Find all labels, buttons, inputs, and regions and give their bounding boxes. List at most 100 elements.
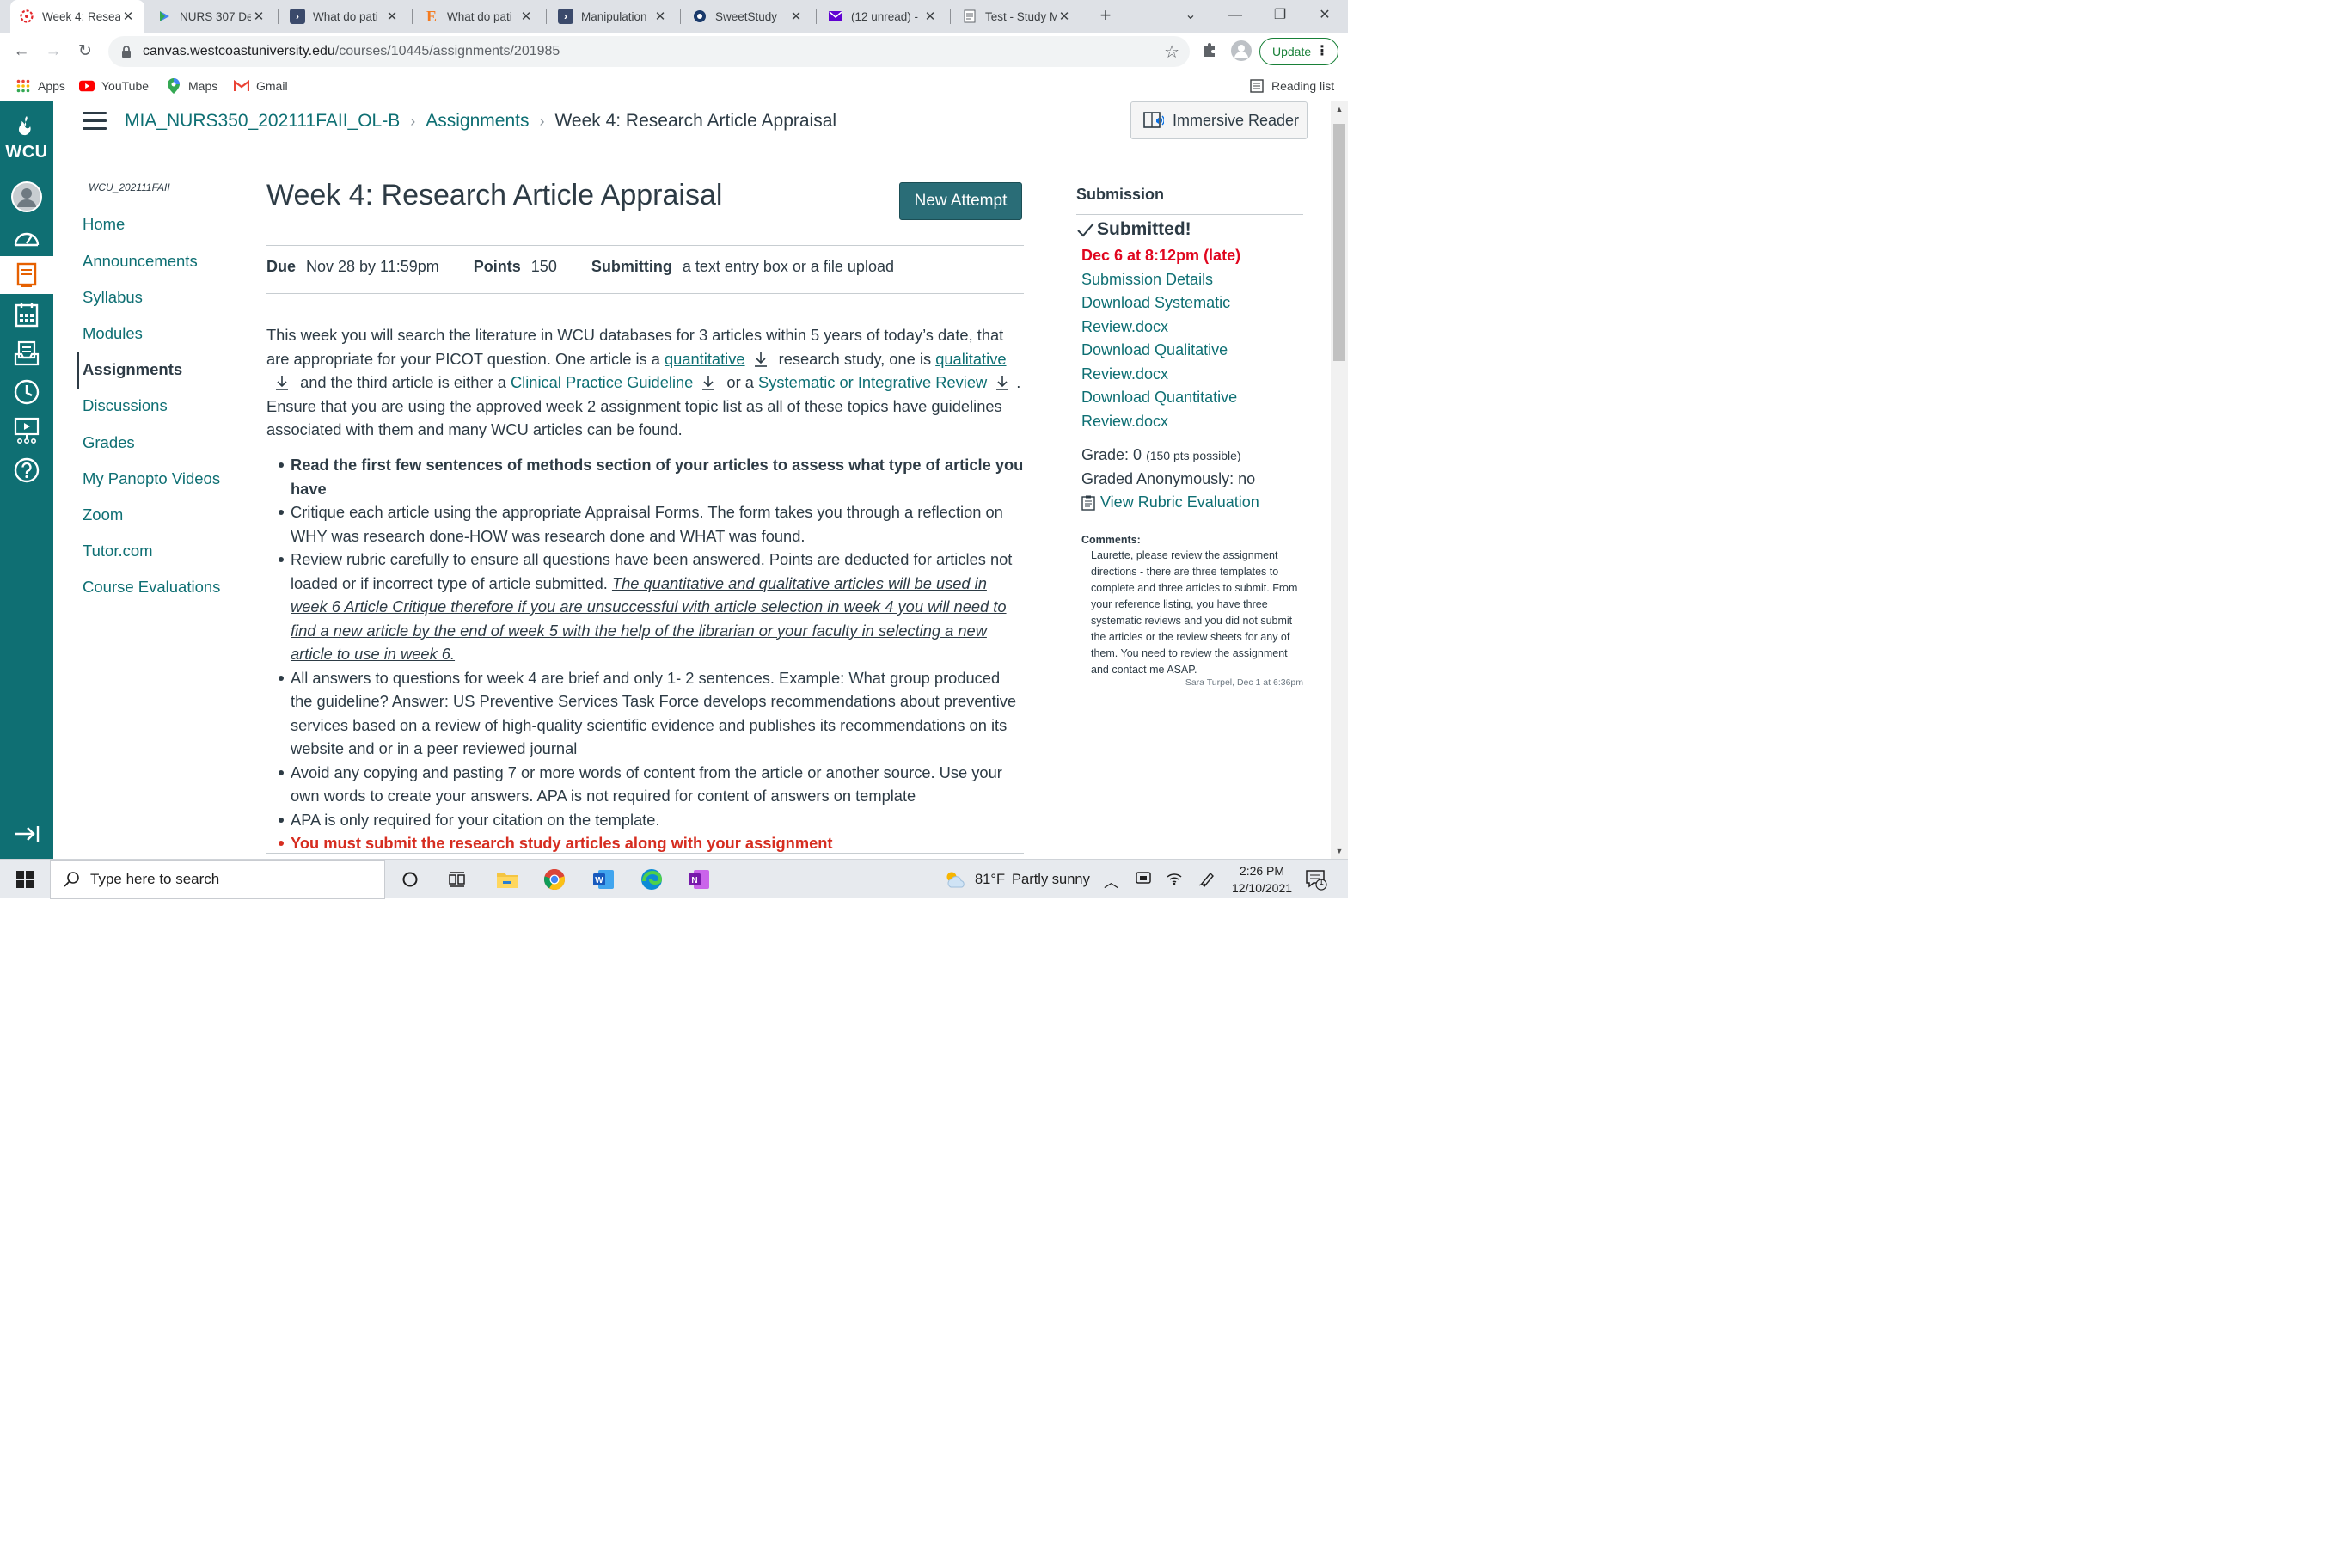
extensions-puzzle-icon[interactable] [1202, 42, 1217, 63]
windows-start-icon[interactable] [0, 860, 50, 899]
course-nav-evaluations[interactable]: Course Evaluations [83, 578, 220, 597]
download-icon[interactable] [701, 375, 715, 390]
gnav-account[interactable] [0, 178, 53, 216]
gnav-dashboard[interactable] [0, 218, 53, 256]
profile-avatar-icon[interactable] [1231, 40, 1252, 61]
view-rubric-link[interactable]: View Rubric Evaluation [1081, 493, 1259, 511]
bookmark-maps[interactable]: Maps [166, 76, 217, 96]
weather-widget[interactable]: 81°F Partly sunny [944, 860, 1090, 899]
download-quantitative-link[interactable]: Review.docx [1081, 413, 1168, 431]
quantitative-link[interactable]: quantitative [665, 350, 745, 368]
notification-center-icon[interactable]: 1 [1305, 868, 1327, 891]
scrollbar-thumb[interactable] [1333, 124, 1345, 361]
course-nav-grades[interactable]: Grades [83, 433, 135, 452]
onenote-icon[interactable]: N [686, 867, 712, 892]
course-nav-assignments[interactable]: Assignments [83, 360, 182, 379]
update-button[interactable]: Update ⋮ [1259, 38, 1338, 65]
wifi-icon[interactable] [1166, 870, 1183, 890]
close-icon[interactable]: ✕ [251, 9, 266, 24]
download-qualitative-link[interactable]: Download Qualitative [1081, 341, 1228, 359]
course-nav-zoom[interactable]: Zoom [83, 505, 123, 524]
taskbar-search-box[interactable]: Type here to search [50, 860, 385, 899]
tab-nurs307[interactable]: NURS 307 De ✕ [148, 0, 275, 33]
tab-sweetstudy[interactable]: SweetStudy ✕ [683, 0, 812, 33]
pen-ink-icon[interactable] [1198, 870, 1216, 891]
new-tab-plus-icon[interactable]: + [1095, 5, 1116, 26]
wcu-logo[interactable]: WCU [0, 115, 53, 162]
more-menu-icon[interactable]: ⋮ [1315, 42, 1329, 59]
tab-search-chevron-icon[interactable]: ⌄ [1169, 0, 1212, 33]
scroll-up-arrow-icon[interactable]: ▲ [1331, 101, 1348, 117]
submission-details-link[interactable]: Submission Details [1081, 271, 1213, 289]
address-bar[interactable]: canvas.westcoastuniversity.edu/courses/1… [108, 36, 1190, 67]
course-nav-syllabus[interactable]: Syllabus [83, 288, 143, 307]
breadcrumb-course[interactable]: MIA_NURS350_202111FAII_OL-B [125, 111, 400, 132]
course-nav-announcements[interactable]: Announcements [83, 252, 198, 271]
breadcrumb-assignments[interactable]: Assignments [426, 111, 529, 132]
gnav-collapse[interactable] [0, 815, 53, 853]
close-icon[interactable]: ✕ [652, 9, 668, 24]
word-icon[interactable]: W [591, 867, 616, 892]
window-close-icon[interactable]: ✕ [1303, 0, 1346, 33]
download-icon[interactable] [275, 375, 289, 390]
tab-mail[interactable]: (12 unread) - ✕ [819, 0, 946, 33]
download-systematic-link[interactable]: Review.docx [1081, 318, 1168, 336]
clinical-guideline-link[interactable]: Clinical Practice Guideline [511, 373, 693, 391]
course-menu-hamburger-icon[interactable] [83, 112, 107, 131]
close-icon[interactable]: ✕ [788, 9, 804, 24]
tray-chevron-up-icon[interactable]: ︿ [1104, 870, 1118, 891]
close-icon[interactable]: ✕ [384, 9, 400, 24]
cortana-circle-icon[interactable] [397, 867, 423, 892]
course-nav-discussions[interactable]: Discussions [83, 396, 168, 415]
task-view-icon[interactable] [444, 867, 470, 892]
immersive-reader-button[interactable]: Immersive Reader [1130, 101, 1308, 139]
tray-app-icon[interactable] [1135, 870, 1152, 890]
scroll-down-arrow-icon[interactable]: ▼ [1331, 843, 1348, 859]
course-nav-tutor[interactable]: Tutor.com [83, 542, 153, 560]
systematic-review-link[interactable]: Systematic or Integrative Review [758, 373, 987, 391]
back-arrow-icon[interactable]: ← [11, 41, 32, 62]
close-icon[interactable]: ✕ [1057, 9, 1072, 24]
close-icon[interactable]: ✕ [922, 9, 938, 24]
file-explorer-icon[interactable] [494, 867, 520, 892]
desc-text: research study, one is [774, 349, 936, 368]
gnav-calendar[interactable] [0, 296, 53, 334]
download-quantitative-link[interactable]: Download Quantitative [1081, 389, 1237, 407]
forward-arrow-icon[interactable]: → [43, 41, 64, 62]
gnav-history[interactable] [0, 373, 53, 411]
download-systematic-link[interactable]: Download Systematic [1081, 294, 1230, 312]
reload-icon[interactable]: ↻ [75, 41, 95, 62]
close-icon[interactable]: ✕ [518, 9, 534, 24]
download-qualitative-link[interactable]: Review.docx [1081, 365, 1168, 383]
tab-what-do-patients-2[interactable]: E What do pati ✕ [415, 0, 542, 33]
dashboard-gauge-icon [14, 232, 40, 247]
chrome-icon[interactable] [542, 867, 567, 892]
course-nav-modules[interactable]: Modules [83, 324, 143, 343]
course-nav-home[interactable]: Home [83, 215, 125, 234]
help-question-icon [14, 457, 40, 483]
tab-manipulation[interactable]: › Manipulation ✕ [549, 0, 677, 33]
vertical-scrollbar[interactable]: ▲ ▼ [1331, 101, 1348, 859]
tab-test-study[interactable]: Test - Study M ✕ [953, 0, 1081, 33]
close-icon[interactable]: ✕ [120, 9, 136, 24]
bookmark-youtube[interactable]: YouTube [79, 76, 149, 96]
reading-list-button[interactable]: Reading list [1249, 76, 1334, 96]
gnav-courses[interactable] [0, 256, 53, 294]
edge-icon[interactable] [639, 867, 665, 892]
gnav-inbox[interactable] [0, 334, 53, 372]
course-nav-panopto[interactable]: My Panopto Videos [83, 469, 220, 488]
download-icon[interactable] [995, 375, 1009, 390]
tab-what-do-patients-1[interactable]: › What do pati ✕ [281, 0, 408, 33]
bookmark-gmail[interactable]: Gmail [234, 76, 288, 96]
bookmark-star-icon[interactable]: ☆ [1164, 41, 1179, 63]
restore-icon[interactable]: ❐ [1259, 0, 1302, 33]
tab-week4[interactable]: Week 4: Research Article Appraisal ✕ [10, 0, 144, 33]
download-icon[interactable] [754, 352, 768, 367]
bookmark-apps[interactable]: Apps [15, 76, 65, 96]
minimize-icon[interactable]: — [1214, 0, 1257, 33]
gnav-help[interactable] [0, 451, 53, 489]
gnav-commons[interactable] [0, 412, 53, 450]
new-attempt-button[interactable]: New Attempt [899, 182, 1022, 220]
system-clock[interactable]: 2:26 PM 12/10/2021 [1221, 862, 1303, 897]
qualitative-link[interactable]: qualitative [935, 350, 1006, 368]
